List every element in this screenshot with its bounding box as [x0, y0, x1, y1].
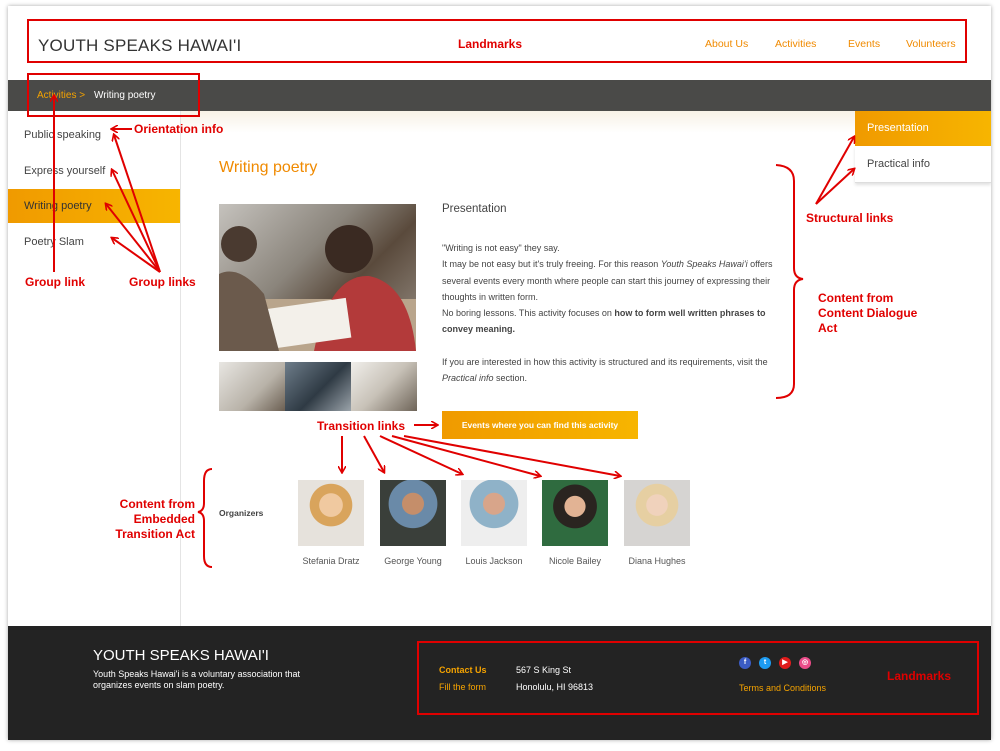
organizer-card[interactable]: Stefania Dratz — [298, 480, 364, 566]
organizer-card[interactable]: Louis Jackson — [461, 480, 527, 566]
paragraph-1: It may be not easy but it's truly freein… — [442, 256, 782, 305]
footer-description: Youth Speaks Hawai'i is a voluntary asso… — [93, 669, 301, 690]
paragraph-3: If you are interested in how this activi… — [442, 354, 782, 387]
paragraph-2: No boring lessons. This activity focuses… — [442, 305, 782, 338]
organizer-card[interactable]: George Young — [380, 480, 446, 566]
tab-practical-info[interactable]: Practical info — [855, 146, 991, 183]
arrow — [815, 137, 854, 205]
paragraph-3-text-a: If you are interested in how this activi… — [442, 356, 768, 367]
organizer-name: Diana Hughes — [628, 556, 686, 566]
annotation-landmarks-top: Landmarks — [458, 37, 523, 51]
orientation-box — [27, 73, 200, 117]
paragraph-1-emphasis: Youth Speaks Hawai'i — [660, 259, 748, 270]
organizer-card[interactable]: Diana Hughes — [624, 480, 690, 566]
organizers-label: Organizers — [219, 508, 264, 518]
tab-presentation[interactable]: Presentation — [855, 111, 991, 146]
organizer-avatar — [380, 480, 446, 546]
organizer-card[interactable]: Nicole Bailey — [542, 480, 608, 566]
brace — [197, 468, 213, 568]
arrow — [363, 435, 384, 472]
arrow — [815, 169, 854, 205]
organizer-avatar — [461, 480, 527, 546]
sidebar-item-writing-poetry[interactable]: Writing poetry — [8, 189, 180, 223]
page: YOUTH SPEAKS HAWAI'I About Us Activities… — [8, 6, 991, 740]
paragraph-2-text: No boring lessons. This activity focuses… — [442, 308, 615, 319]
annotation-orientation: Orientation info — [134, 122, 224, 136]
quote-line: "Writing is not easy" they say. — [442, 243, 560, 253]
paragraph-3-text-b: section. — [493, 373, 528, 384]
activity-photo — [219, 204, 416, 351]
presentation-text: "Writing is not easy" they say. It may b… — [442, 240, 782, 386]
gallery-thumb-1[interactable] — [219, 362, 285, 411]
footer-title: YOUTH SPEAKS HAWAI'I — [93, 647, 269, 664]
arrow — [391, 435, 540, 476]
photo-illustration — [219, 225, 416, 351]
sidebar: Public speaking Express yourself Writing… — [8, 111, 181, 626]
annotation-landmarks-footer: Landmarks — [887, 669, 952, 683]
organizer-avatar — [298, 480, 364, 546]
gallery-thumb-3[interactable] — [351, 362, 417, 411]
page-title: Writing poetry — [219, 159, 318, 176]
sidebar-item-express-yourself[interactable]: Express yourself — [8, 154, 180, 188]
arrow — [403, 435, 620, 476]
organizer-avatar — [624, 480, 690, 546]
annotation-group-links: Group links — [129, 275, 196, 289]
annotation-transition-links: Transition links — [317, 419, 406, 433]
sidebar-item-poetry-slam[interactable]: Poetry Slam — [8, 225, 180, 259]
annotation-content-dialogue: Content from Content Dialogue Act — [818, 291, 918, 335]
annotation-embedded: Content from Embedded Transition Act — [115, 497, 195, 541]
arrow — [379, 435, 462, 474]
paragraph-1-text-a: It may be not easy but it's truly freein… — [442, 259, 661, 270]
annotation-structural-links: Structural links — [806, 211, 894, 225]
organizer-avatar — [542, 480, 608, 546]
section-title: Presentation — [442, 203, 507, 215]
gallery-thumb-2[interactable] — [285, 362, 351, 411]
practical-info-ref: Practical info — [442, 373, 494, 384]
annotation-group-link: Group link — [25, 275, 85, 289]
events-cta-button[interactable]: Events where you can find this activity — [442, 411, 638, 439]
